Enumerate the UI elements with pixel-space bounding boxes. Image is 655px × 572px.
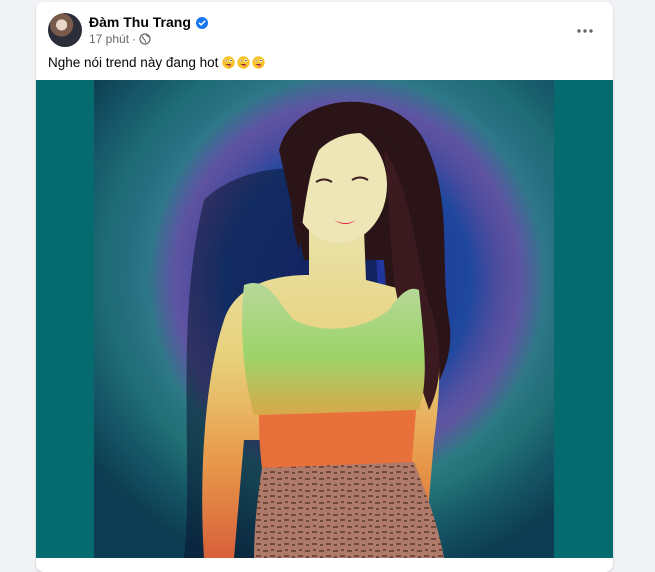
- verified-badge-icon: [195, 16, 208, 29]
- post-text: Nghe nói trend này đang hot: [48, 55, 266, 70]
- author-name[interactable]: Đàm Thu Trang: [89, 14, 191, 30]
- post-meta: 17 phút ·: [89, 32, 151, 46]
- more-options-button[interactable]: [571, 15, 599, 43]
- globe-icon[interactable]: [139, 33, 151, 45]
- author-row: Đàm Thu Trang: [89, 13, 208, 31]
- more-horizontal-icon: [577, 20, 593, 38]
- post-header: Đàm Thu Trang 17 phút ·: [36, 2, 613, 52]
- post-footer-strip: [36, 558, 613, 572]
- zany-face-emoji-icon: [222, 56, 236, 69]
- post-media[interactable]: [36, 80, 613, 558]
- author-avatar[interactable]: [48, 13, 82, 47]
- post-text-content: Nghe nói trend này đang hot: [48, 55, 219, 70]
- meta-separator: ·: [132, 32, 137, 46]
- emoji-row: [222, 56, 266, 69]
- zany-face-emoji-icon: [252, 56, 266, 69]
- post-card: Đàm Thu Trang 17 phút · Nghe nói trend n…: [36, 2, 613, 572]
- zany-face-emoji-icon: [237, 56, 251, 69]
- post-timestamp[interactable]: 17 phút: [89, 32, 129, 46]
- post-photo[interactable]: [94, 80, 554, 558]
